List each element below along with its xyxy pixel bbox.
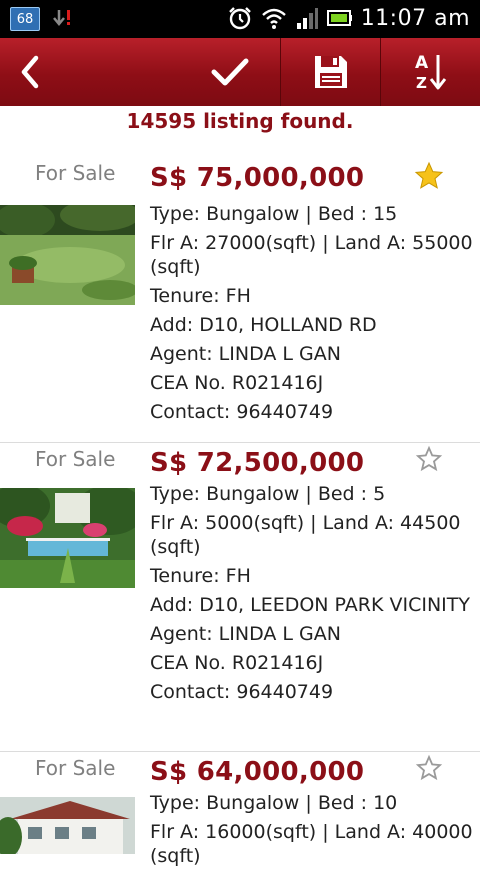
floppy-disk-icon xyxy=(315,56,347,88)
property-photo[interactable] xyxy=(0,797,135,854)
listing-contact: Contact: 96440749 xyxy=(150,401,334,423)
confirm-button[interactable] xyxy=(180,38,280,106)
wifi-icon xyxy=(261,8,286,29)
listing-details: Type: Bungalow | Bed : 5 Flr A: 5000(sqf… xyxy=(150,480,480,707)
signal-strength-icon xyxy=(296,8,318,29)
results-count: 14595 listing found. xyxy=(126,109,354,133)
svg-text:Z: Z xyxy=(416,74,427,92)
listing-price: S$ 64,000,000 xyxy=(150,757,365,787)
listing-area: Flr A: 5000(sqft) | Land A: 44500 (sqft) xyxy=(150,512,461,558)
download-alert-icon xyxy=(53,10,70,26)
listing-agent: Agent: LINDA L GAN xyxy=(150,623,341,645)
clock-time: 11:07 am xyxy=(360,5,470,31)
chevron-left-icon xyxy=(21,55,39,89)
listing-details: Type: Bungalow | Bed : 10 Flr A: 16000(s… xyxy=(150,789,480,871)
listing-status: For Sale xyxy=(35,161,116,185)
star-outline-icon[interactable] xyxy=(414,444,444,474)
listing-address: Add: D10, LEEDON PARK VICINITY xyxy=(150,594,470,616)
svg-text:A: A xyxy=(415,53,429,73)
listing-contact: Contact: 96440749 xyxy=(150,681,334,703)
sort-az-icon: A Z xyxy=(415,53,447,92)
battery-icon xyxy=(326,10,352,26)
listing-details: Type: Bungalow | Bed : 15 Flr A: 27000(s… xyxy=(150,200,480,427)
listing-tenure: Tenure: FH xyxy=(150,285,251,307)
listing-item[interactable]: For Sale S$ 64,000,000 Type: Bungalow | … xyxy=(0,751,480,867)
check-icon xyxy=(211,58,249,86)
listing-address: Add: D10, HOLLAND RD xyxy=(150,314,377,336)
listing-agent: Agent: LINDA L GAN xyxy=(150,343,341,365)
listing-item[interactable]: For Sale S$ 72,500,000 Type: Bungalow | … xyxy=(0,442,480,752)
alarm-clock-icon xyxy=(228,7,251,30)
status-bar: 68 11:07 am xyxy=(0,0,480,38)
notification-badge: 68 xyxy=(10,7,40,31)
sort-button[interactable]: A Z xyxy=(380,38,480,106)
property-photo[interactable] xyxy=(0,205,135,305)
listing-price: S$ 75,000,000 xyxy=(150,163,365,193)
star-filled-icon[interactable] xyxy=(414,161,444,191)
action-bar: A Z xyxy=(0,38,480,106)
back-button[interactable] xyxy=(0,38,60,106)
listing-cea: CEA No. R021416J xyxy=(150,652,324,674)
listing-status: For Sale xyxy=(35,447,116,471)
listing-cea: CEA No. R021416J xyxy=(150,372,324,394)
listing-type: Type: Bungalow | Bed : 10 xyxy=(150,792,398,814)
star-outline-icon[interactable] xyxy=(414,753,444,783)
listing-tenure: Tenure: FH xyxy=(150,565,251,587)
save-button[interactable] xyxy=(280,38,381,106)
listing-status: For Sale xyxy=(35,756,116,780)
listing-type: Type: Bungalow | Bed : 5 xyxy=(150,483,386,505)
listing-area: Flr A: 27000(sqft) | Land A: 55000 (sqft… xyxy=(150,232,473,278)
property-photo[interactable] xyxy=(0,488,135,588)
listing-price: S$ 72,500,000 xyxy=(150,448,365,478)
listing-item[interactable]: For Sale S$ 75,000,000 Type: Bungalow | … xyxy=(0,133,480,443)
listing-area: Flr A: 16000(sqft) | Land A: 40000 (sqft… xyxy=(150,821,473,867)
listing-type: Type: Bungalow | Bed : 15 xyxy=(150,203,398,225)
